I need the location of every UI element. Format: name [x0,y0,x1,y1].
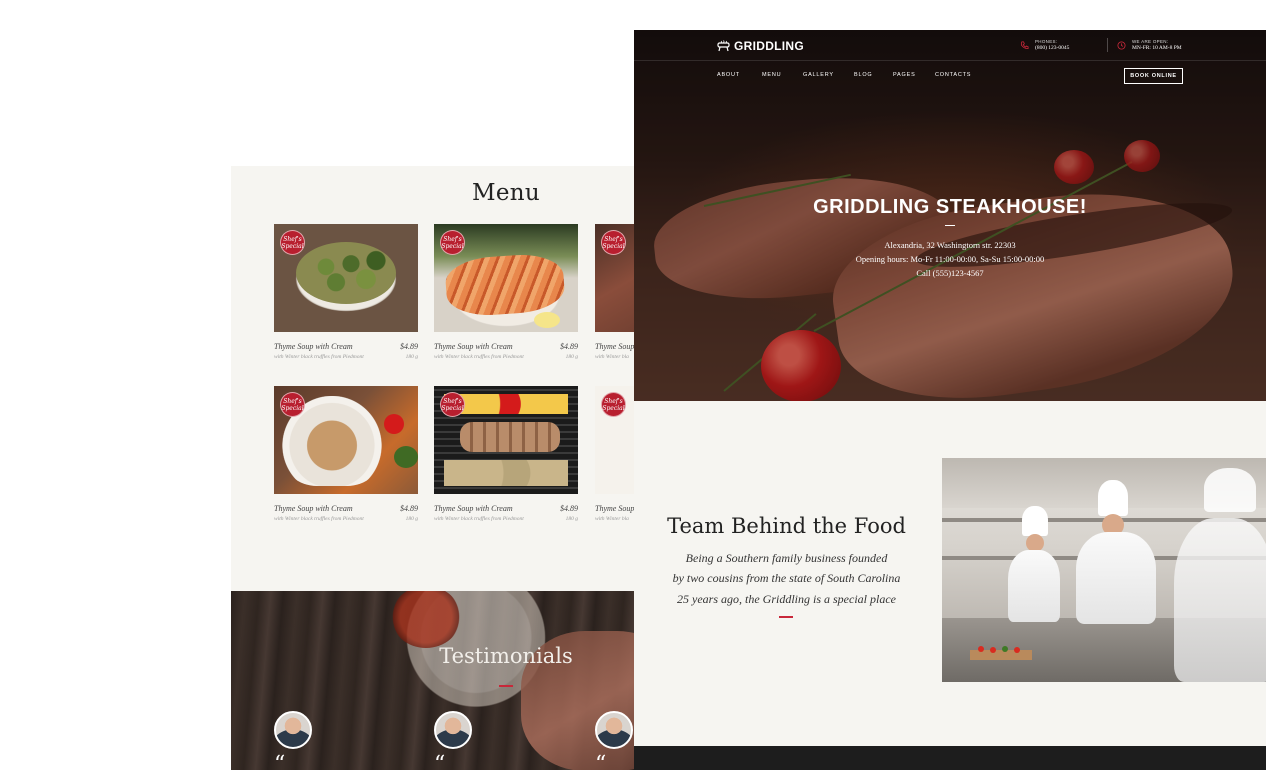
dish-name: Thyme Soup with Cream [434,504,513,513]
dish-price: $4.89 [400,342,418,351]
dish-description: with Winter black truffles from Piedmont [434,354,524,360]
hero-hours: Opening hours: Mo-Fr 11:00-00:00, Sa-Su … [855,254,1045,264]
testimonials-section: Testimonials “ “ “ [231,591,634,770]
dish-photo: Shef's Special [595,224,634,332]
menu-title: Menu [472,180,540,206]
kitchen-photo [942,458,1266,682]
dish-weight: 180 g [405,516,418,522]
menu-page-mockup: Menu Shef's Special Thyme Soup with Crea… [231,166,634,770]
team-text-line: 25 years ago, the Griddling is a special… [677,592,896,606]
team-text-line: by two cousins from the state of South C… [672,571,901,585]
menu-card[interactable]: Shef's Special Thyme Soup with Cream $4.8… [434,224,578,360]
dish-description: with Winter bla [595,354,629,360]
quote-icon: “ [595,752,607,770]
hero-title: GRIDDLING STEAKHOUSE! [813,196,1087,218]
nav-contacts[interactable]: CONTACTS [935,72,971,78]
open-value: MN-FR: 10 AM-8 PM [1132,45,1182,51]
dish-weight: 180 g [565,354,578,360]
hero-section: GRIDDLING PHONES: (800) 123-0045 WE ARE … [634,30,1266,401]
menu-card[interactable]: Shef's Special Thyme Soup with Cream $4.8… [274,386,418,522]
dish-name: Thyme Soup [595,342,634,351]
footer-band [634,746,1266,770]
dish-weight: 180 g [565,516,578,522]
dish-description: with Winter black truffles from Piedmont [434,516,524,522]
avatar[interactable] [434,711,472,749]
phone-icon [1020,41,1029,50]
title-underline [499,685,513,687]
hours-info: WE ARE OPEN: MN-FR: 10 AM-8 PM [1117,39,1182,51]
home-page-mockup: GRIDDLING PHONES: (800) 123-0045 WE ARE … [634,30,1266,770]
top-bar: GRIDDLING PHONES: (800) 123-0045 WE ARE … [634,30,1266,61]
dish-price: $4.89 [560,504,578,513]
chef-special-badge: Shef's Special [280,392,305,417]
logo[interactable]: GRIDDLING [717,39,804,53]
hero-address: Alexandria, 32 Washingtorn str. 22303 [884,240,1016,250]
dish-name: Thyme Soup with Cream [274,504,353,513]
divider [1107,38,1108,52]
avatar[interactable] [595,711,633,749]
dish-description: with Winter black truffles from Piedmont [274,516,364,522]
menu-card[interactable]: Shef's Special Thyme Soup with Winter bl… [595,224,634,360]
phones-info[interactable]: PHONES: (800) 123-0045 [1020,39,1069,51]
nav-pages[interactable]: PAGES [893,72,916,78]
phones-value: (800) 123-0045 [1035,45,1070,51]
dish-description: with Winter bla [595,516,629,522]
dish-photo: Shef's Special [595,386,634,494]
dish-photo: Shef's Special [434,386,578,494]
quote-icon: “ [434,752,446,770]
chef-special-badge: Shef's Special [601,392,626,417]
nav-blog[interactable]: BLOG [854,72,872,78]
chef-special-badge: Shef's Special [280,230,305,255]
book-online-button[interactable]: BOOK ONLINE [1124,68,1183,84]
dish-photo: Shef's Special [274,224,418,332]
avatar[interactable] [274,711,312,749]
testimonials-title: Testimonials [439,644,573,668]
hero-call[interactable]: Call (555)123-4567 [634,268,1266,278]
menu-card[interactable]: Shef's Special Thyme Soup with Cream $4.8… [274,224,418,360]
dish-weight: 180 g [405,354,418,360]
dish-photo: Shef's Special [434,224,578,332]
team-title: Team Behind the Food [667,514,906,538]
dish-price: $4.89 [560,342,578,351]
dish-description: with Winter black truffles from Piedmont [274,354,364,360]
open-label: WE ARE OPEN: [1132,39,1169,44]
dish-price: $4.89 [400,504,418,513]
clock-icon [1117,41,1126,50]
dish-name: Thyme Soup [595,504,634,513]
dish-name: Thyme Soup with Cream [434,342,513,351]
chef-special-badge: Shef's Special [601,230,626,255]
logo-text: GRIDDLING [734,39,805,53]
dish-name: Thyme Soup with Cream [274,342,353,351]
nav-about[interactable]: ABOUT [717,72,740,78]
menu-card[interactable]: Shef's Special Thyme Soup with Winter bl… [595,386,634,522]
nav-gallery[interactable]: GALLERY [803,72,834,78]
hero-underline [945,225,955,226]
quote-icon: “ [274,752,286,770]
nav-menu[interactable]: MENU [762,72,781,78]
phones-label: PHONES: [1035,39,1058,44]
grill-icon [717,40,730,52]
team-text-line: Being a Southern family business founded [685,551,888,565]
menu-card[interactable]: Shef's Special Thyme Soup with Cream $4.8… [434,386,578,522]
dish-photo: Shef's Special [274,386,418,494]
chef-special-badge: Shef's Special [440,230,465,255]
chef-special-badge: Shef's Special [440,392,465,417]
team-underline [779,616,793,618]
